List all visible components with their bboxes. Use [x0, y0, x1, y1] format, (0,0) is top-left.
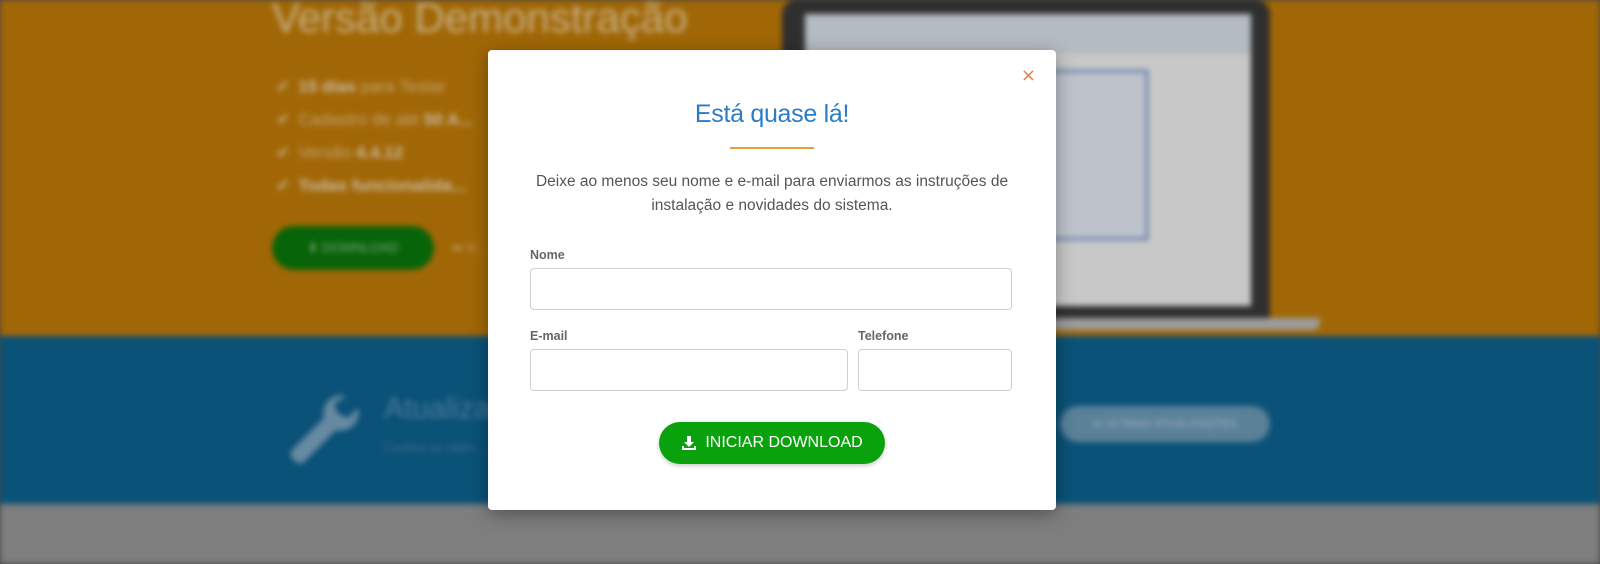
phone-field[interactable] — [858, 349, 1012, 391]
start-download-label: INICIAR DOWNLOAD — [705, 434, 863, 451]
name-label: Nome — [530, 248, 565, 262]
close-icon[interactable]: × — [1021, 66, 1036, 86]
download-icon — [682, 436, 697, 450]
modal-title: Está quase lá! — [694, 100, 850, 128]
modal-description: Deixe ao menos seu nome e e-mail para en… — [535, 173, 1009, 214]
name-field[interactable] — [530, 268, 1012, 310]
start-download-button[interactable]: INICIAR DOWNLOAD — [659, 422, 885, 464]
download-modal: × Está quase lá! Deixe ao menos seu nome… — [488, 50, 1056, 510]
email-label: E-mail — [530, 329, 568, 343]
phone-label: Telefone — [858, 329, 909, 343]
email-field[interactable] — [530, 349, 848, 391]
title-divider — [730, 147, 814, 149]
